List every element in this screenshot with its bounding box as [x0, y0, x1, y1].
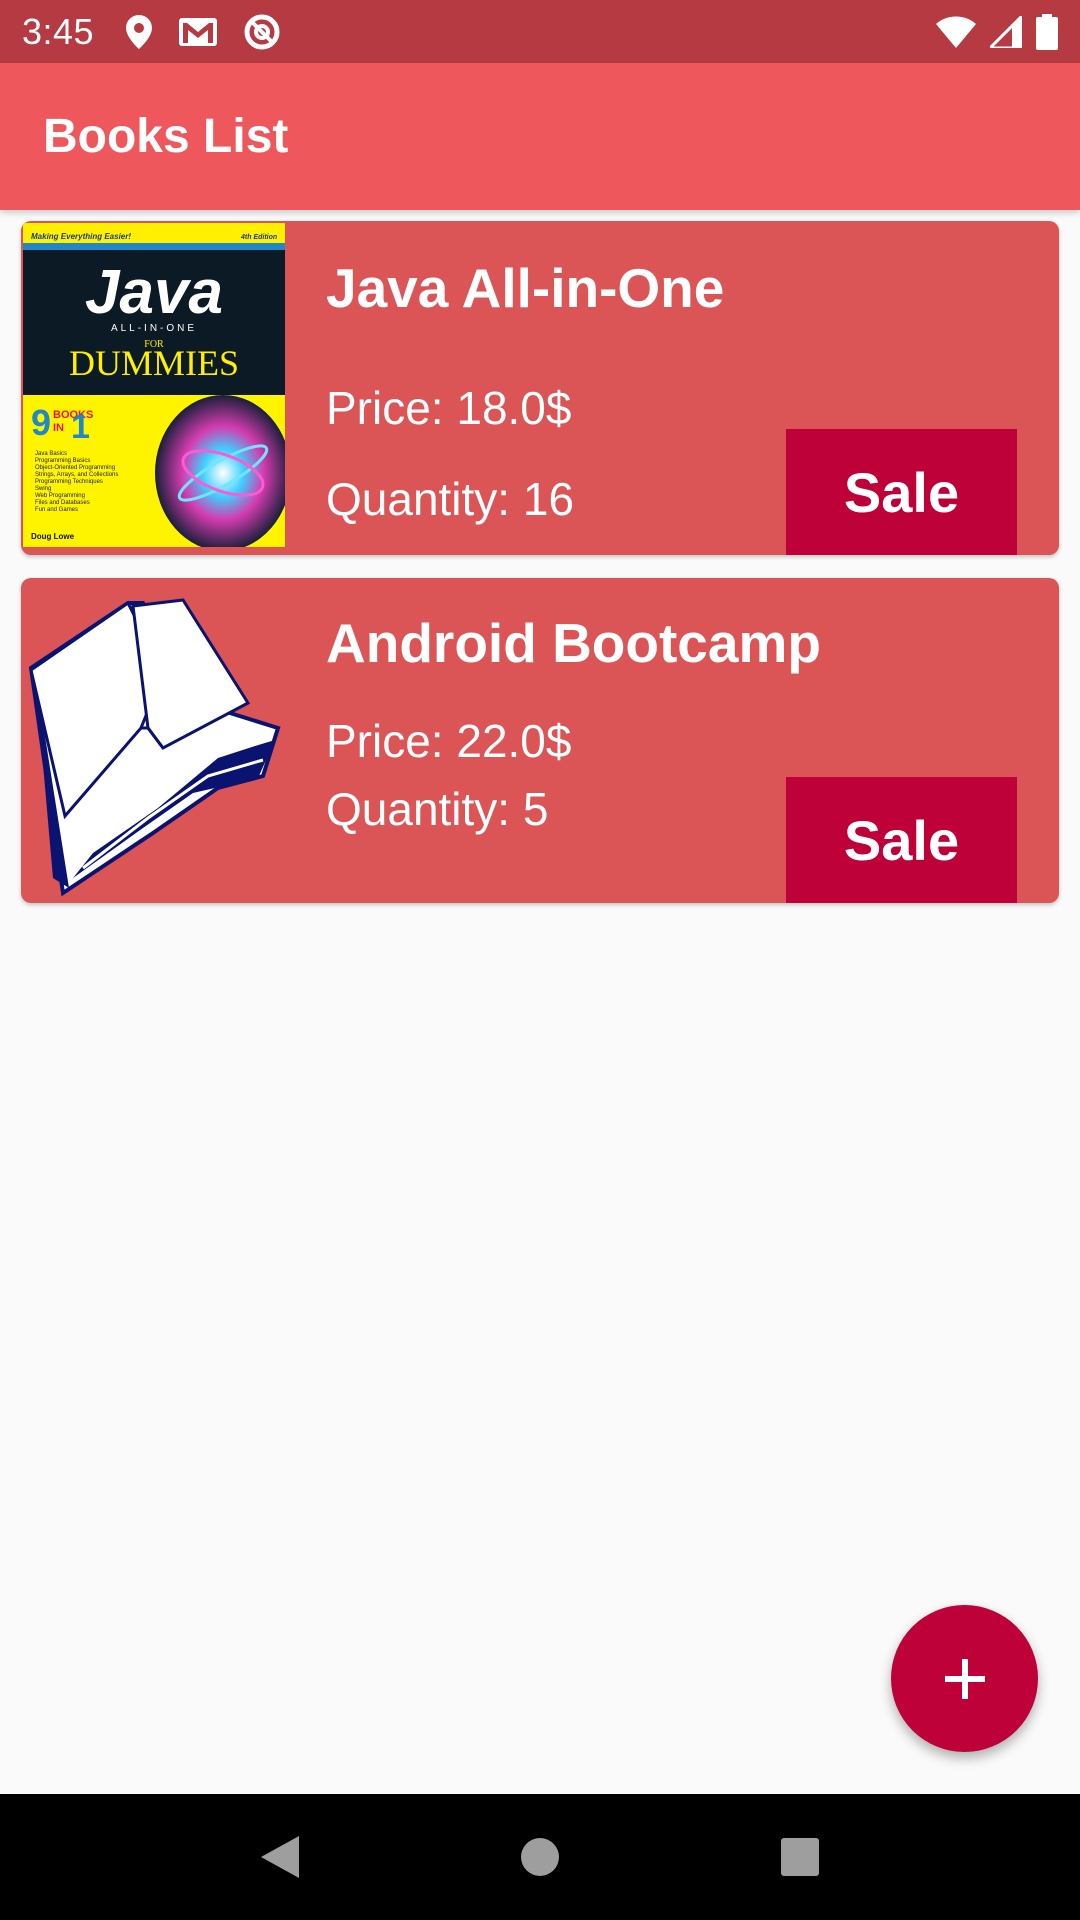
svg-text:9: 9 — [31, 402, 51, 443]
book-list-item[interactable]: Making Everything Easier! 4th Edition Ja… — [21, 221, 1059, 555]
svg-text:Swing: Swing — [35, 486, 51, 492]
svg-text:1: 1 — [71, 408, 90, 446]
recents-button[interactable] — [760, 1817, 840, 1897]
wifi-icon — [936, 16, 976, 48]
book-quantity: Quantity: 16 — [326, 473, 575, 525]
battery-icon — [1036, 13, 1058, 50]
svg-text:Files and Databases: Files and Databases — [35, 500, 90, 506]
svg-text:Web Programming: Web Programming — [35, 493, 85, 499]
home-icon — [521, 1838, 559, 1876]
navigation-bar — [0, 1794, 1080, 1920]
svg-text:DUMMIES: DUMMIES — [69, 343, 239, 383]
svg-text:IN: IN — [53, 422, 64, 434]
svg-text:Programming Basics: Programming Basics — [35, 458, 90, 464]
svg-text:Object-Oriented Programming: Object-Oriented Programming — [35, 465, 115, 471]
book-list-item[interactable]: Android Bootcamp Price: 22.0$ Quantity: … — [21, 578, 1059, 903]
plus-icon — [944, 1658, 985, 1699]
back-icon — [261, 1836, 299, 1878]
book-list: Making Everything Easier! 4th Edition Ja… — [21, 221, 1059, 926]
open-book-icon — [28, 598, 281, 897]
svg-text:Fun and Games: Fun and Games — [35, 507, 78, 513]
svg-text:4th Edition: 4th Edition — [240, 234, 277, 241]
svg-text:Java Basics: Java Basics — [35, 451, 67, 457]
svg-text:Strings, Arrays, and Collectio: Strings, Arrays, and Collections — [35, 472, 118, 478]
svg-text:Doug Lowe: Doug Lowe — [31, 532, 75, 541]
recents-icon — [781, 1838, 819, 1876]
sale-button[interactable]: Sale — [786, 429, 1017, 555]
svg-text:Making Everything Easier!: Making Everything Easier! — [31, 232, 131, 241]
location-icon — [126, 14, 153, 49]
status-bar: 3:45 — [0, 0, 1080, 63]
book-title: Java All-in-One For Dummies — [326, 257, 725, 319]
screen: 3:45 Books List Making Everything Easier… — [0, 0, 1080, 1920]
status-time: 3:45 — [22, 10, 95, 52]
status-notification-icons — [126, 14, 280, 50]
java-dummies-cover: Making Everything Easier! 4th Edition Ja… — [23, 223, 285, 547]
app-bar: Books List — [0, 63, 1080, 210]
add-book-button[interactable] — [891, 1605, 1038, 1752]
svg-text:Programming Techniques: Programming Techniques — [35, 479, 103, 485]
svg-text:ALL-IN-ONE: ALL-IN-ONE — [111, 323, 197, 334]
page-title: Books List — [43, 110, 289, 163]
sale-button[interactable]: Sale — [786, 777, 1017, 903]
no-disturb-icon — [244, 14, 280, 50]
book-title: Android Bootcamp — [326, 612, 821, 674]
book-price: Price: 22.0$ — [326, 715, 572, 767]
book-price: Price: 18.0$ — [326, 382, 572, 434]
svg-text:Java: Java — [85, 258, 223, 327]
back-button[interactable] — [240, 1817, 320, 1897]
signal-icon — [990, 15, 1022, 48]
book-quantity: Quantity: 5 — [326, 783, 549, 835]
status-system-icons — [936, 13, 1058, 50]
home-button[interactable] — [500, 1817, 580, 1897]
gmail-icon — [178, 17, 218, 47]
